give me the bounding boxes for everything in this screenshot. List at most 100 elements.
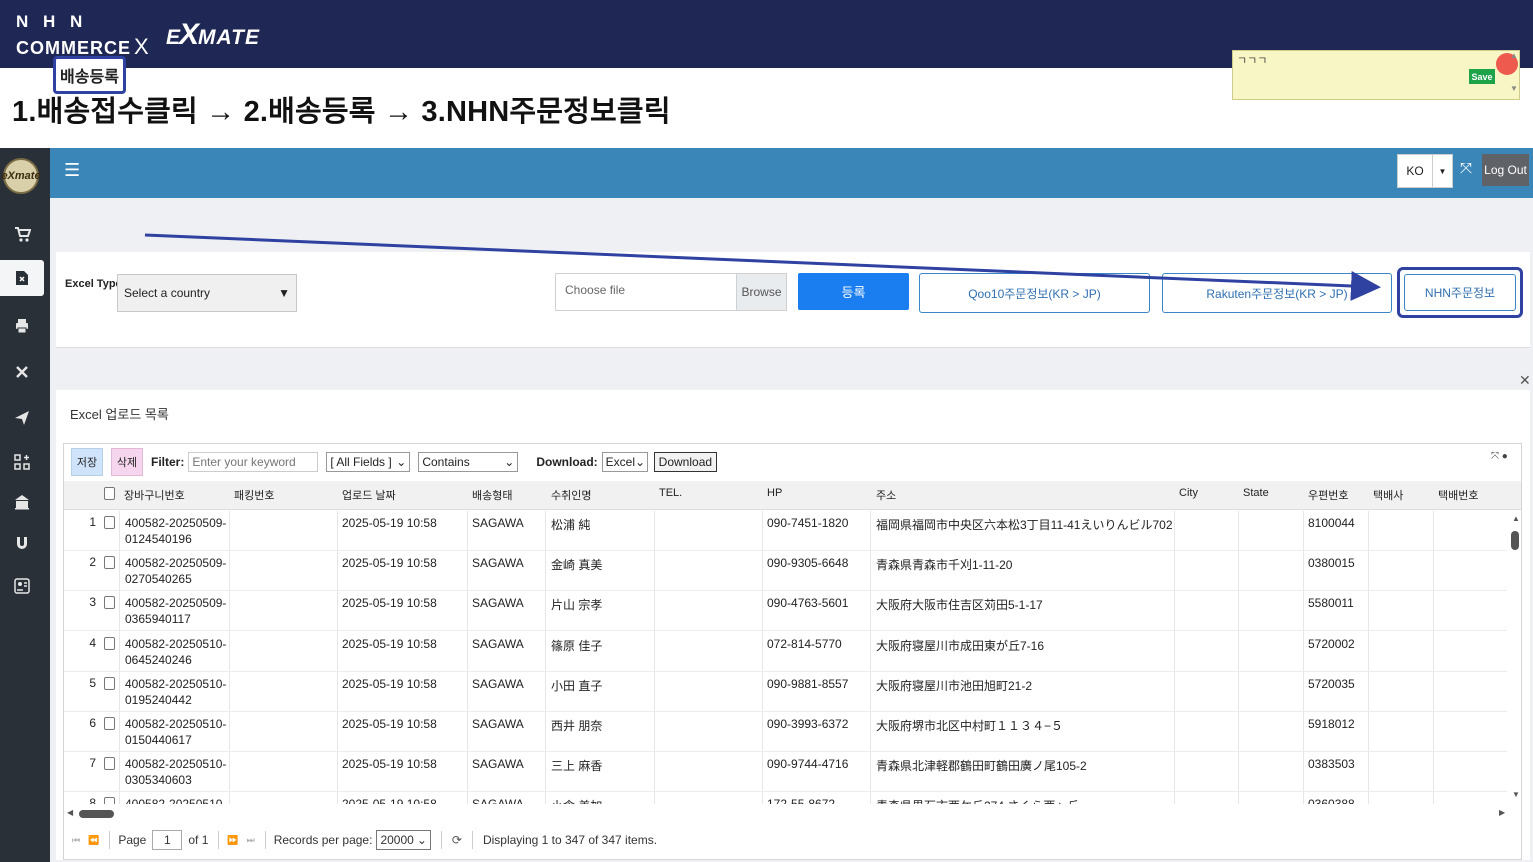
cell-addr: 青森県北津軽郡鶴田町鶴田廣ノ尾105-2: [876, 759, 1087, 774]
send-icon[interactable]: [0, 400, 44, 436]
memo-scrollbar[interactable]: ▲ ▼: [1508, 50, 1520, 100]
file-input[interactable]: Choose file Browse: [555, 273, 787, 311]
rakuten-order-button[interactable]: Rakuten주문정보(KR > JP): [1162, 273, 1392, 313]
grid-horizontal-scrollbar[interactable]: [64, 806, 1507, 820]
match-select[interactable]: Contains ⌄: [418, 452, 519, 472]
select-all-checkbox[interactable]: [104, 487, 115, 500]
grid-horizontal-scroll-thumb[interactable]: [79, 810, 114, 818]
tools-icon[interactable]: [0, 354, 44, 390]
records-per-page-select[interactable]: 20000 ⌄: [376, 830, 431, 850]
scroll-up-icon[interactable]: ▲: [1512, 514, 1520, 523]
download-button[interactable]: Download: [653, 452, 718, 472]
cart-icon[interactable]: [0, 216, 44, 252]
table-row[interactable]: 2 400582-20250509- 0270540265 2025-05-19 10…: [64, 551, 1507, 592]
table-row[interactable]: 3 400582-20250509- 0365940117 2025-05-19 10…: [64, 591, 1507, 632]
row-checkbox[interactable]: [104, 676, 115, 690]
cell-zip: 5918012: [1308, 717, 1355, 731]
row-checkbox[interactable]: [104, 757, 115, 771]
cell-ship: SAGAWA: [472, 556, 524, 571]
cell-ship: SAGAWA: [472, 717, 524, 731]
cell-hp: 072-814-5770: [767, 636, 842, 651]
qoo10-order-button[interactable]: Qoo10주문정보(KR > JP): [919, 273, 1150, 313]
magnet-icon[interactable]: [0, 525, 44, 561]
row-number: 6: [89, 716, 96, 730]
row-checkbox[interactable]: [104, 516, 115, 529]
brand-nhn: N H N: [16, 12, 88, 31]
col-zip[interactable]: 우편번호: [1308, 487, 1348, 503]
grid-vertical-scrollbar[interactable]: [1508, 512, 1522, 804]
cell-date: 2025-05-19 10:58: [342, 556, 437, 571]
row-checkbox[interactable]: [104, 636, 115, 650]
grid-body: 1 400582-20250509- 0124540196 2025-05-19 10…: [64, 511, 1507, 804]
excel-type-label: Excel Type: [65, 278, 122, 290]
col-upload-date[interactable]: 업로드 날짜: [342, 487, 396, 503]
printer-icon[interactable]: [0, 308, 44, 344]
grid-save-button[interactable]: 저장: [71, 448, 103, 476]
cell-ship: SAGAWA: [472, 796, 524, 804]
cell-date: 2025-05-19 10:58: [342, 717, 437, 731]
match-select-value: Contains: [422, 455, 470, 469]
fullscreen-icon[interactable]: ⤧: [1460, 160, 1472, 177]
cell-addr: 大阪府堺市北区中村町１１３４−５: [876, 719, 1064, 733]
sidebar-logo[interactable]: eXmate: [1, 158, 41, 194]
field-select[interactable]: [ All Fields ] ⌄: [326, 452, 411, 472]
col-address[interactable]: 주소: [876, 487, 896, 503]
scroll-right-icon[interactable]: ▶: [1499, 808, 1505, 817]
table-row[interactable]: 8 400582-20250510- 2025-05-19 10:58 SAGAWA 小…: [64, 792, 1507, 804]
col-courier[interactable]: 택배사: [1373, 487, 1403, 503]
col-packing-no[interactable]: 패킹번호: [234, 487, 274, 503]
close-icon[interactable]: ✕: [1519, 372, 1531, 389]
hamburger-icon[interactable]: ☰: [64, 160, 80, 181]
next-page-icon[interactable]: ⏩: [227, 835, 238, 846]
row-checkbox[interactable]: [104, 556, 115, 570]
first-page-icon[interactable]: ⏮: [72, 835, 80, 846]
country-select[interactable]: Select a country ▼: [117, 274, 297, 312]
download-label: Download:: [536, 455, 598, 469]
table-row[interactable]: 1 400582-20250509- 0124540196 2025-05-19 10…: [64, 511, 1507, 551]
col-state[interactable]: State: [1243, 487, 1269, 499]
cell-date: 2025-05-19 10:58: [342, 676, 437, 691]
row-checkbox[interactable]: [104, 596, 115, 610]
filter-input[interactable]: [188, 452, 319, 472]
grid-vertical-scroll-thumb[interactable]: [1511, 531, 1519, 550]
grid-settings-icon[interactable]: ⤧ ●: [1491, 451, 1508, 462]
cell-addr: 青森県黒石市西ケ丘274 さくら西ヶ丘: [876, 798, 1079, 804]
scroll-left-icon[interactable]: ◀: [67, 808, 73, 817]
refresh-icon[interactable]: ⟳: [452, 833, 462, 847]
cell-date: 2025-05-19 10:58: [342, 757, 437, 772]
browse-button[interactable]: Browse: [736, 274, 786, 310]
brand-exmate-logo: EXMATE: [166, 18, 260, 51]
logout-button[interactable]: Log Out: [1482, 154, 1529, 186]
nhn-order-button[interactable]: NHN주문정보: [1404, 274, 1516, 311]
file-icon[interactable]: [0, 260, 44, 296]
page-of-label: of 1: [188, 833, 209, 847]
filter-label: Filter:: [151, 455, 185, 469]
download-format-select[interactable]: Excel ⌄: [601, 452, 648, 472]
table-row[interactable]: 6 400582-20250510- 0150440617 2025-05-19 10…: [64, 712, 1507, 752]
col-recipient[interactable]: 수취인명: [551, 487, 591, 503]
col-cart-no[interactable]: 장바구니번호: [124, 487, 185, 503]
cell-name: 篠原 佳子: [551, 638, 603, 653]
register-button[interactable]: 등록: [798, 273, 909, 310]
row-checkbox[interactable]: [104, 717, 115, 730]
memo-save-button[interactable]: Save: [1469, 69, 1495, 84]
prev-page-icon[interactable]: ⏪: [88, 835, 99, 846]
table-row[interactable]: 4 400582-20250510- 0645240246 2025-05-19 10…: [64, 632, 1507, 672]
col-city[interactable]: City: [1179, 487, 1198, 499]
grid-delete-button[interactable]: 삭제: [111, 448, 143, 476]
language-select[interactable]: KO ▼: [1397, 154, 1453, 188]
col-ship-type[interactable]: 배송형태: [472, 487, 512, 503]
contact-icon[interactable]: [0, 568, 44, 604]
col-tel[interactable]: TEL.: [659, 487, 682, 499]
apps-icon[interactable]: [0, 444, 44, 480]
scroll-down-icon[interactable]: ▼: [1512, 790, 1520, 799]
col-tracking-no[interactable]: 택배번호: [1438, 487, 1478, 503]
table-row[interactable]: 5 400582-20250510- 0195240442 2025-05-19 10…: [64, 672, 1507, 712]
last-page-icon[interactable]: ⏭: [247, 835, 255, 846]
row-checkbox[interactable]: [104, 797, 115, 804]
building-icon[interactable]: [0, 484, 44, 520]
table-row[interactable]: 7 400582-20250510- 0305340603 2025-05-19 10…: [64, 752, 1507, 793]
col-hp[interactable]: HP: [767, 487, 782, 499]
page-input[interactable]: 1: [152, 830, 183, 850]
chevron-down-icon: ⌄: [416, 833, 427, 847]
